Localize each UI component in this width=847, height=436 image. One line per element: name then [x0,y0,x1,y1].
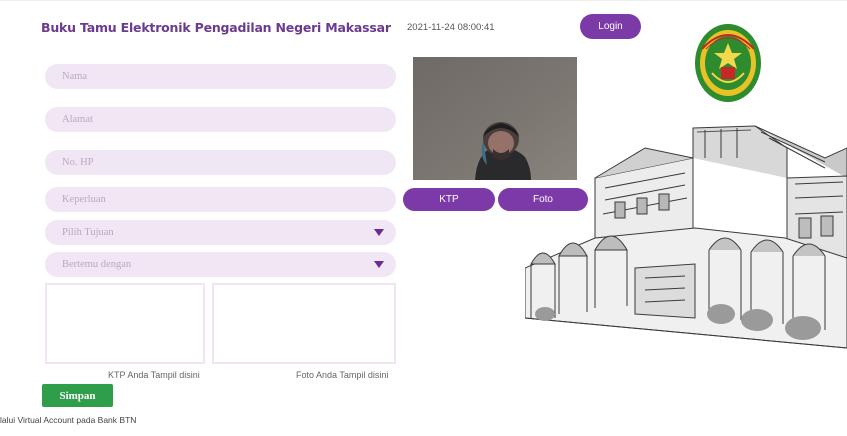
chevron-down-icon [374,229,384,236]
bertemu-select[interactable]: Bertemu dengan [45,252,396,277]
foto-preview-box [212,283,396,364]
payment-note: lalui Virtual Account pada Bank BTN [0,415,137,425]
ktp-preview-box [45,283,205,364]
datetime-display: 2021-11-24 08:00:41 [407,22,495,33]
chevron-down-icon [374,261,384,268]
keperluan-input[interactable] [45,187,396,212]
foto-preview-caption: Foto Anda Tampil disini [296,370,389,380]
alamat-input[interactable] [45,107,396,132]
tujuan-select[interactable]: Pilih Tujuan [45,220,396,245]
nama-input[interactable] [45,64,396,89]
top-divider [0,0,847,1]
ktp-capture-button[interactable]: KTP [403,188,495,211]
tujuan-select-label: Pilih Tujuan [62,227,114,238]
simpan-button[interactable]: Simpan [42,384,113,407]
hp-input[interactable] [45,150,396,175]
app-title: Buku Tamu Elektronik Pengadilan Negeri M… [41,20,391,35]
ktp-preview-caption: KTP Anda Tampil disini [108,370,200,380]
court-seal-logo [695,24,761,102]
bertemu-select-label: Bertemu dengan [62,259,132,270]
court-building-sketch [525,125,847,349]
login-button[interactable]: Login [580,14,641,39]
